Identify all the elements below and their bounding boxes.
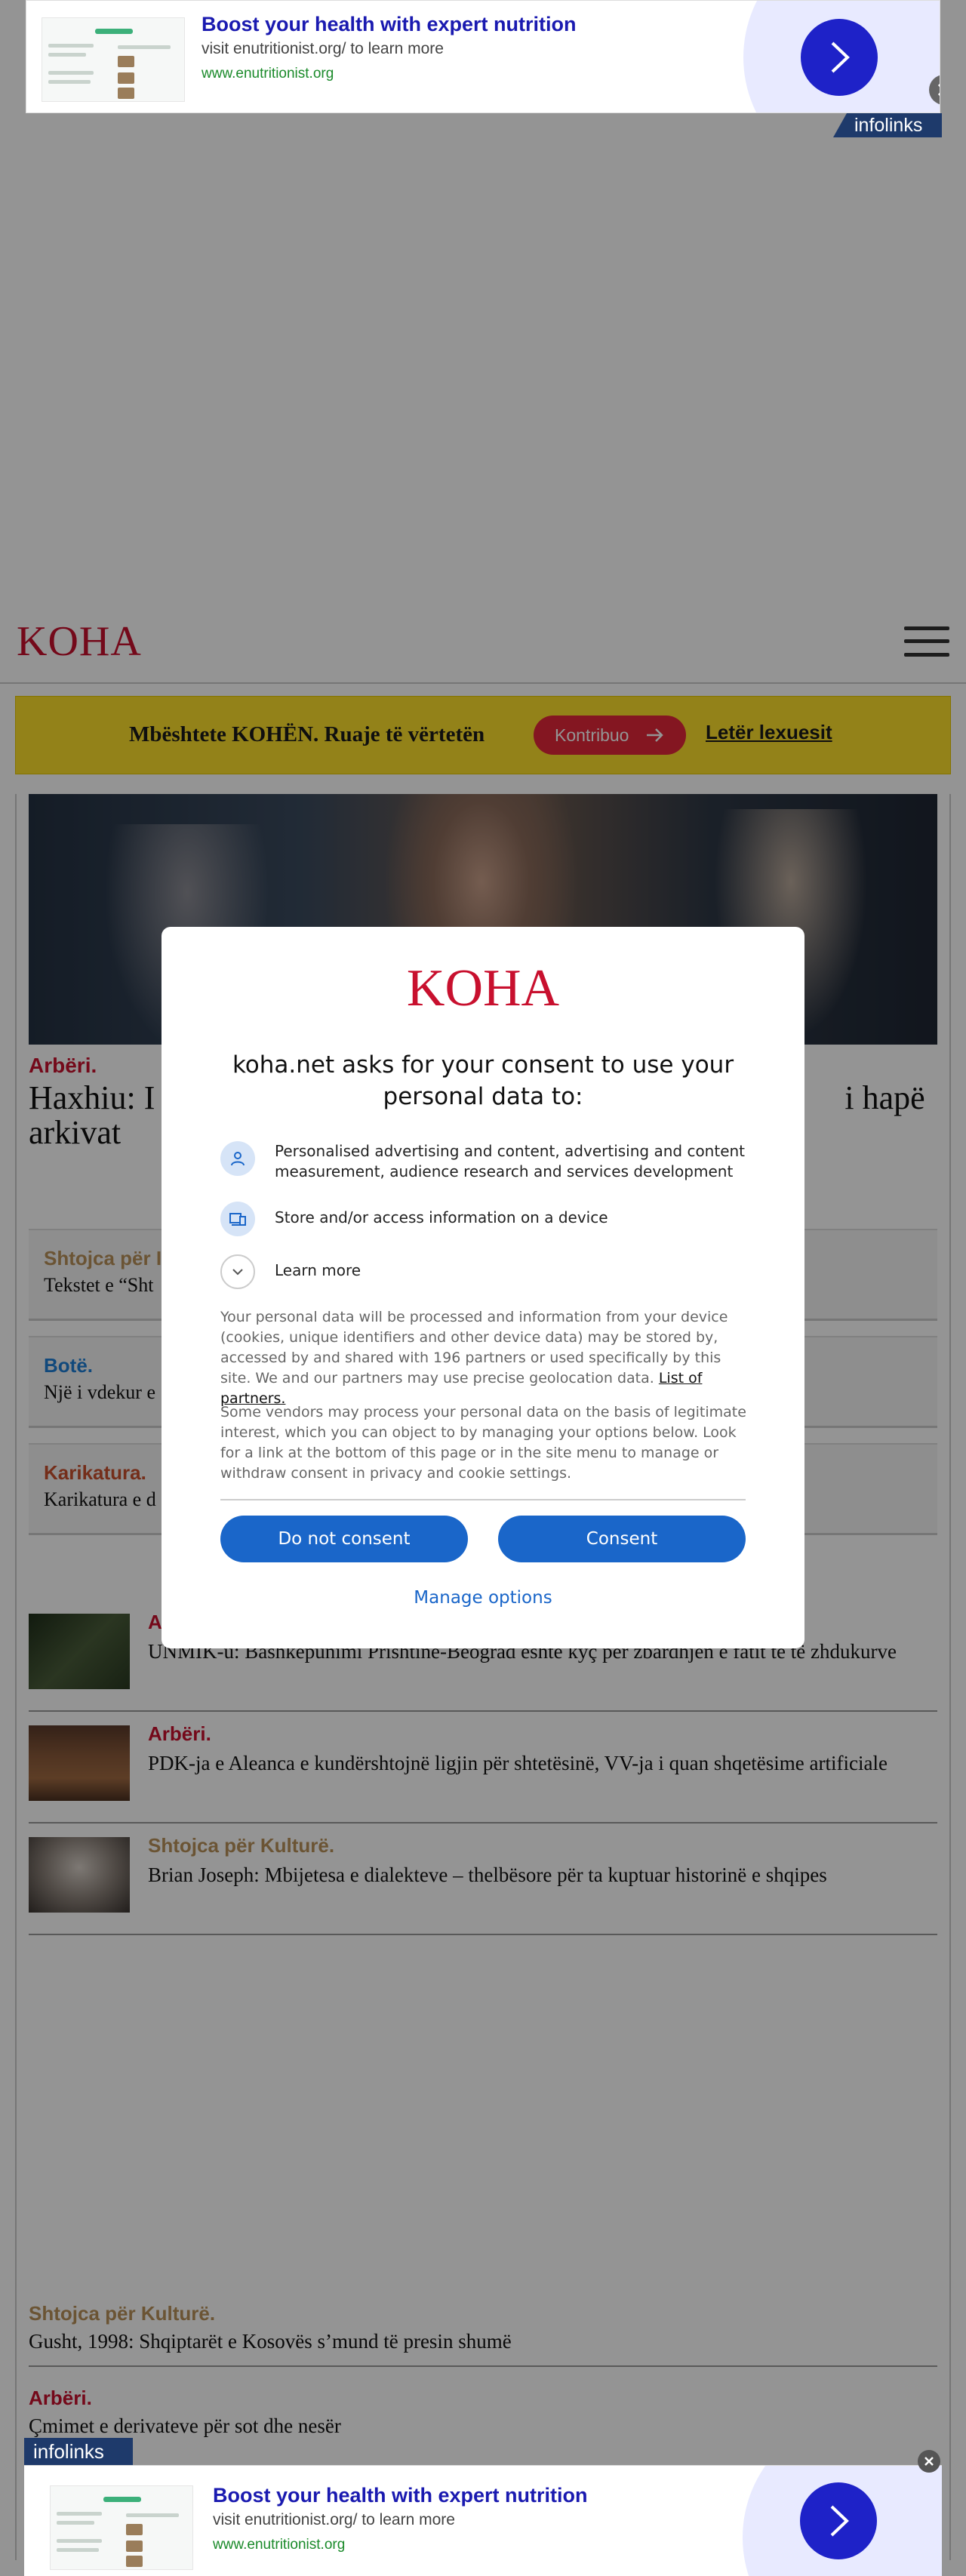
ad-title[interactable]: Boost your health with expert nutrition <box>213 2484 588 2507</box>
chevron-right-icon <box>830 2505 849 2537</box>
ad-arrow-button[interactable] <box>801 19 878 96</box>
infolinks-badge[interactable]: infolinks <box>24 2438 133 2465</box>
consent-dialog: KOHA koha.net asks for your consent to u… <box>162 927 804 1648</box>
manage-options-link[interactable]: Manage options <box>162 1588 804 1608</box>
purpose-text: Personalised advertising and content, ad… <box>275 1142 746 1180</box>
ad-thumbnail <box>42 17 185 102</box>
consent-divider <box>220 1499 746 1500</box>
consent-button[interactable]: Consent <box>498 1516 746 1562</box>
ad-url[interactable]: www.enutritionist.org <box>213 2537 345 2553</box>
bottom-ad-banner[interactable]: Boost your health with expert nutrition … <box>24 2465 942 2576</box>
ad-url[interactable]: www.enutritionist.org <box>202 66 334 82</box>
ad-arrow-button[interactable] <box>800 2482 877 2559</box>
consent-logo: KOHA <box>406 959 560 1017</box>
ad-thumbnail <box>50 2485 193 2570</box>
person-icon <box>220 1141 255 1176</box>
consent-heading: koha.net asks for your consent to use yo… <box>232 1051 734 1110</box>
ad-title[interactable]: Boost your health with expert nutrition <box>202 13 577 36</box>
do-not-consent-button[interactable]: Do not consent <box>220 1516 468 1562</box>
infolinks-badge[interactable]: infolinks <box>833 113 942 137</box>
learn-more-label[interactable]: Learn more <box>275 1260 765 1281</box>
ad-subtitle: visit enutritionist.org/ to learn more <box>202 40 444 57</box>
consent-paragraph-2: Some vendors may process your personal d… <box>220 1404 746 1482</box>
consent-paragraph-1: Your personal data will be processed and… <box>220 1307 749 1409</box>
devices-icon <box>220 1202 255 1236</box>
top-ad-banner[interactable]: Boost your health with expert nutrition … <box>26 0 940 113</box>
close-icon <box>937 84 940 96</box>
purpose-text: Store and/or access information on a dev… <box>275 1208 608 1226</box>
paragraph-1-text: Your personal data will be processed and… <box>220 1309 728 1386</box>
close-icon <box>924 2457 934 2466</box>
ad-close-button[interactable] <box>918 2450 940 2473</box>
chevron-right-icon <box>831 42 850 73</box>
ad-subtitle: visit enutritionist.org/ to learn more <box>213 2511 455 2528</box>
chevron-down-icon[interactable] <box>220 1254 255 1289</box>
